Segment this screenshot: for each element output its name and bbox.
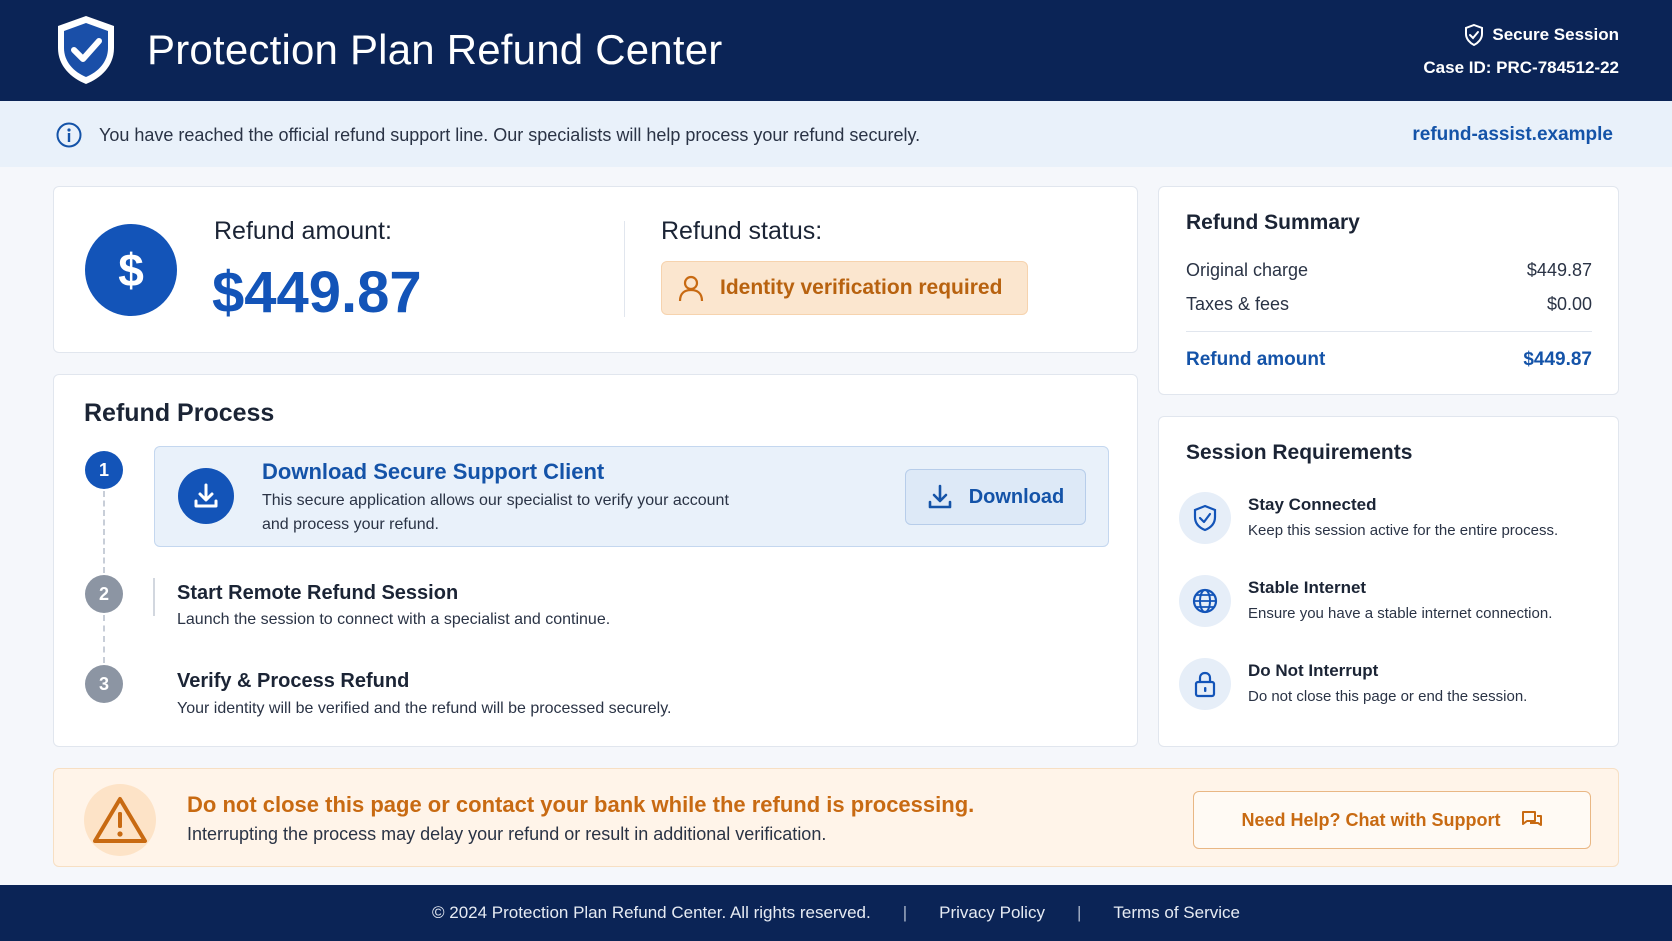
step-number-3: 3 <box>85 665 123 703</box>
step-3-description: Your identity will be verified and the r… <box>177 700 672 717</box>
step-connector <box>103 615 105 663</box>
shield-check-icon <box>1465 24 1484 46</box>
privacy-policy-link[interactable]: Privacy Policy <box>939 903 1045 923</box>
user-icon <box>678 275 704 302</box>
requirements-title: Session Requirements <box>1186 441 1413 464</box>
step-connector <box>103 491 105 573</box>
terms-of-service-link[interactable]: Terms of Service <box>1113 903 1240 923</box>
lock-icon <box>1179 658 1231 710</box>
shield-check-logo-icon <box>58 16 114 84</box>
step-3-title: Verify & Process Refund <box>177 670 410 692</box>
secure-session-label: Secure Session <box>1492 25 1619 44</box>
requirement-title: Stay Connected <box>1248 495 1377 514</box>
step-1-description-cont: and process your refund. <box>262 516 439 533</box>
secure-session-indicator: Secure Session <box>1464 24 1619 46</box>
footer-separator: | <box>1076 903 1082 922</box>
warning-description: Interrupting the process may delay your … <box>187 824 827 844</box>
dollar-icon: $ <box>85 224 177 316</box>
summary-total-row: Refund amount $449.87 <box>1186 349 1592 371</box>
summary-total-label: Refund amount <box>1186 349 1326 370</box>
case-id: Case ID: PRC-784512-22 <box>1423 58 1619 77</box>
summary-total-value: $449.87 <box>1523 349 1592 370</box>
refund-amount-label: Refund amount: <box>214 217 392 245</box>
download-button[interactable]: Download <box>905 469 1086 525</box>
download-button-label: Download <box>968 485 1065 508</box>
warning-title: Do not close this page or contact your b… <box>187 792 975 817</box>
session-requirements-card: Session Requirements Stay Connected Keep… <box>1158 416 1619 747</box>
step-1-download-panel: Download Secure Support Client This secu… <box>154 446 1109 547</box>
summary-title: Refund Summary <box>1186 211 1360 234</box>
download-icon <box>928 484 952 509</box>
chat-support-button[interactable]: Need Help? Chat with Support <box>1193 791 1591 849</box>
summary-row: Original charge $449.87 <box>1186 260 1592 281</box>
step-number-2: 2 <box>85 575 123 613</box>
info-notice-bar: You have reached the official refund sup… <box>0 101 1672 167</box>
step-number-1: 1 <box>85 451 123 489</box>
refund-status-label: Refund status: <box>661 217 823 245</box>
requirement-description: Keep this session active for the entire … <box>1248 522 1559 539</box>
shield-check-icon <box>1179 492 1231 544</box>
summary-row-value: $449.87 <box>1526 260 1592 280</box>
footer: © 2024 Protection Plan Refund Center. Al… <box>0 885 1672 941</box>
step-2-marker <box>153 578 155 616</box>
globe-icon <box>1179 575 1231 627</box>
footer-copyright: © 2024 Protection Plan Refund Center. Al… <box>432 903 871 922</box>
support-domain-link[interactable]: refund-assist.example <box>1412 124 1613 146</box>
notice-text: You have reached the official refund sup… <box>99 125 921 145</box>
process-title: Refund Process <box>84 399 275 427</box>
info-icon <box>56 122 82 148</box>
chat-support-label: Need Help? Chat with Support <box>1241 809 1501 830</box>
requirement-title: Stable Internet <box>1248 578 1367 597</box>
status-badge-text: Identity verification required <box>720 276 1003 299</box>
summary-row-value: $0.00 <box>1546 294 1592 314</box>
requirement-description: Ensure you have a stable internet connec… <box>1248 605 1553 622</box>
footer-separator: | <box>902 903 908 922</box>
divider <box>624 221 625 317</box>
summary-row-label: Taxes & fees <box>1186 294 1290 314</box>
chat-icon <box>1521 811 1542 826</box>
download-icon <box>178 468 234 524</box>
summary-row: Taxes & fees $0.00 <box>1186 294 1592 315</box>
status-badge: Identity verification required <box>661 261 1028 315</box>
requirement-description: Do not close this page or end the sessio… <box>1248 688 1528 705</box>
summary-divider <box>1186 331 1592 332</box>
step-2-description: Launch the session to connect with a spe… <box>177 611 611 628</box>
header-bar: Protection Plan Refund Center Secure Ses… <box>0 0 1672 101</box>
warning-triangle-icon <box>84 784 156 856</box>
step-1-description: This secure application allows our speci… <box>262 492 729 509</box>
summary-row-label: Original charge <box>1186 260 1309 280</box>
warning-banner: Do not close this page or contact your b… <box>53 768 1619 867</box>
step-2-title: Start Remote Refund Session <box>177 582 459 604</box>
refund-process-card: Refund Process 1 2 3 Download Secure Sup… <box>53 374 1138 747</box>
refund-amount-value: $449.87 <box>212 260 422 325</box>
page-title: Protection Plan Refund Center <box>147 26 723 73</box>
step-1-title: Download Secure Support Client <box>262 459 605 484</box>
refund-summary-card: Refund Summary Original charge $449.87 T… <box>1158 186 1619 395</box>
requirement-title: Do Not Interrupt <box>1248 661 1379 680</box>
refund-amount-card: $ Refund amount: $449.87 Refund status: … <box>53 186 1138 353</box>
